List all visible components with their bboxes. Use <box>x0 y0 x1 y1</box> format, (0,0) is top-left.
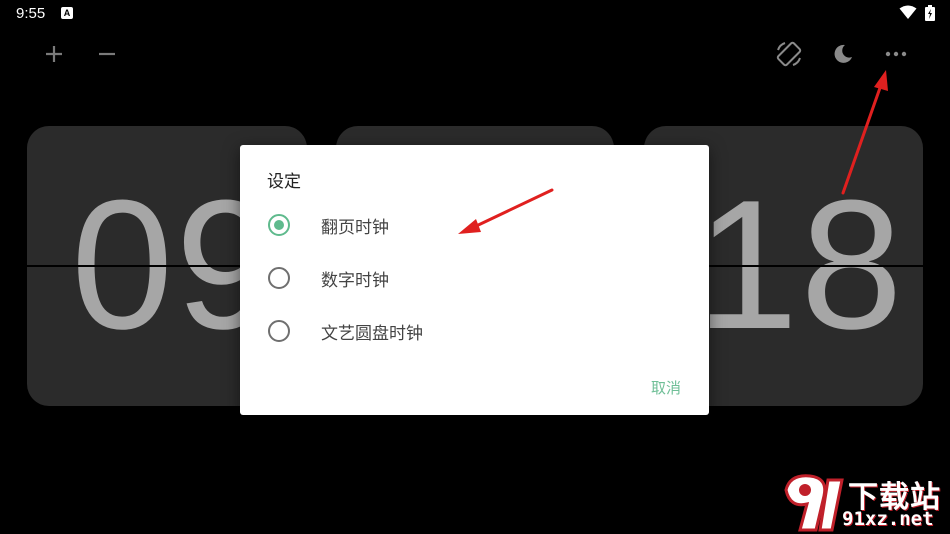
watermark: 下载站 91xz.net <box>780 470 950 534</box>
status-time: 9:55 <box>16 5 46 22</box>
moon-icon <box>834 44 852 63</box>
radio-unselected-icon[interactable] <box>268 267 290 289</box>
plus-icon <box>46 46 62 62</box>
a-icon: A <box>61 7 73 19</box>
screen-rotation-button[interactable] <box>771 36 807 72</box>
option-label: 文艺圆盘时钟 <box>321 323 423 344</box>
more-options-button[interactable] <box>878 36 914 72</box>
screen-rotation-icon <box>776 41 802 67</box>
radio-selected-icon[interactable] <box>268 214 290 236</box>
dialog-title: 设定 <box>267 172 301 192</box>
radio-unselected-icon[interactable] <box>268 320 290 342</box>
watermark-logo-icon <box>784 474 844 532</box>
option-digital-clock[interactable]: 数字时钟 <box>268 260 688 296</box>
zoom-in-button[interactable] <box>36 36 72 72</box>
minus-icon <box>99 52 115 56</box>
watermark-domain: 91xz.net <box>842 508 934 530</box>
option-label: 翻页时钟 <box>321 217 389 238</box>
wifi-icon <box>899 5 917 19</box>
option-label: 数字时钟 <box>321 270 389 291</box>
night-mode-button[interactable] <box>825 36 861 72</box>
status-bar: 9:55 A <box>0 0 950 28</box>
option-flip-clock[interactable]: 翻页时钟 <box>268 207 688 243</box>
zoom-out-button[interactable] <box>89 36 125 72</box>
option-dial-clock[interactable]: 文艺圆盘时钟 <box>268 313 688 349</box>
cancel-button[interactable]: 取消 <box>651 377 681 398</box>
battery-icon <box>925 5 935 21</box>
more-horizontal-icon <box>885 51 907 57</box>
settings-dialog: 设定 翻页时钟 数字时钟 文艺圆盘时钟 取消 <box>240 145 709 415</box>
